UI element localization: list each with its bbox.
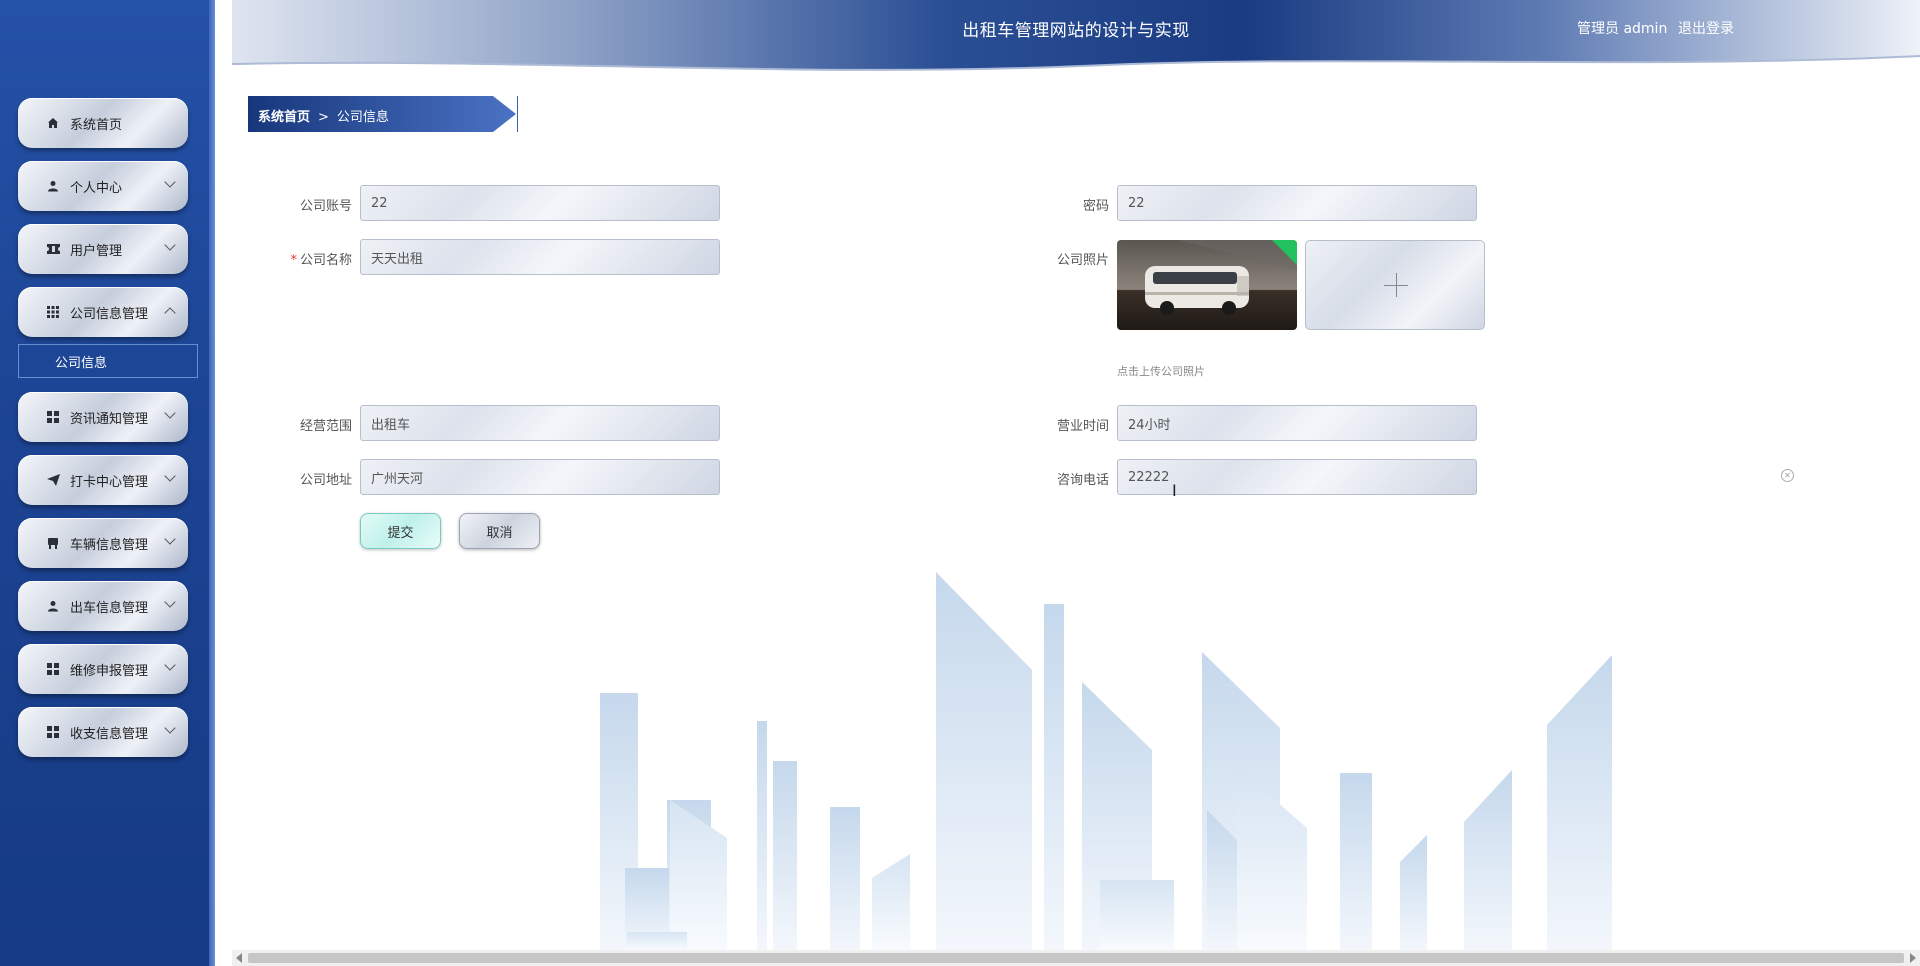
company-photo-thumbnail[interactable] <box>1117 240 1297 330</box>
scrollbar-thumb[interactable] <box>248 953 1904 963</box>
name-label: * 公司名称 <box>272 249 352 268</box>
phone-input[interactable] <box>1117 459 1477 495</box>
chevron-down-icon <box>164 659 176 671</box>
phone-label: 咨询电话 <box>1056 473 1109 488</box>
sidebar-item-company[interactable]: 公司信息管理 <box>18 287 188 337</box>
sidebar-item-profile[interactable]: 个人中心 <box>18 161 188 211</box>
password-label: 密码 <box>1082 199 1109 214</box>
sidebar-item-label: 收支信息管理 <box>70 726 149 742</box>
sidebar-item-finance[interactable]: 收支信息管理 <box>18 707 188 757</box>
chevron-down-icon <box>164 596 176 608</box>
address-input[interactable] <box>360 459 720 495</box>
password-input[interactable] <box>1117 185 1477 221</box>
sidebar-item-label: 用户管理 <box>70 243 123 259</box>
clear-circle-icon[interactable]: ✕ <box>1781 469 1794 482</box>
sidebar-item-label: 维修申报管理 <box>70 663 149 679</box>
logout-link[interactable]: 退出登录 <box>1678 18 1734 38</box>
chevron-down-icon <box>164 239 176 251</box>
sidebar-item-news[interactable]: 资讯通知管理 <box>18 392 188 442</box>
sidebar-item-dispatch[interactable]: 出车信息管理 <box>18 581 188 631</box>
account-label: 公司账号 <box>299 199 352 214</box>
top-header: 出租车管理网站的设计与实现 管理员 admin 退出登录 <box>232 0 1920 72</box>
breadcrumb-divider <box>517 96 518 132</box>
sidebar-item-label: 系统首页 <box>70 117 123 133</box>
name-label-text: 公司名称 <box>299 253 352 268</box>
account-input[interactable] <box>360 185 720 221</box>
scope-input[interactable] <box>360 405 720 441</box>
horizontal-scrollbar[interactable] <box>232 950 1920 966</box>
grid-icon <box>46 305 60 319</box>
sidebar-item-label: 出车信息管理 <box>70 600 149 616</box>
scroll-left-arrow-icon[interactable] <box>236 953 242 963</box>
sidebar-item-label: 打卡中心管理 <box>70 474 149 490</box>
breadcrumb-text: 系统首页 > 公司信息 <box>258 106 389 125</box>
apps-icon <box>46 410 60 424</box>
chair-icon <box>46 536 60 550</box>
chevron-down-icon <box>164 176 176 188</box>
hours-label: 营业时间 <box>1056 419 1109 434</box>
current-user: 管理员 admin <box>1577 21 1668 37</box>
ticket-icon <box>46 242 60 256</box>
apps-icon <box>46 662 60 676</box>
sidebar-item-checkin[interactable]: 打卡中心管理 <box>18 455 188 505</box>
home-icon <box>46 116 60 130</box>
breadcrumb-current: 公司信息 <box>336 110 389 125</box>
name-input[interactable] <box>360 239 720 275</box>
sidebar-item-vehicles[interactable]: 车辆信息管理 <box>18 518 188 568</box>
sidebar-menu: 系统首页 个人中心 用户管理 公司信息管理 公司信息 资讯通知管理 打卡中心管理… <box>18 98 198 770</box>
scroll-right-arrow-icon[interactable] <box>1910 953 1916 963</box>
send-icon <box>46 473 60 487</box>
required-mark: * <box>290 253 297 268</box>
user-icon <box>46 599 60 613</box>
sidebar-item-home[interactable]: 系统首页 <box>18 98 188 148</box>
cancel-button[interactable]: 取消 <box>459 513 540 549</box>
address-label: 公司地址 <box>299 473 352 488</box>
photo-upload-hint: 点击上传公司照片 <box>1117 365 1205 378</box>
sidebar-item-repairs[interactable]: 维修申报管理 <box>18 644 188 694</box>
sidebar-item-label: 公司信息管理 <box>70 306 149 322</box>
chevron-up-icon <box>164 307 176 319</box>
hours-input[interactable] <box>1117 405 1477 441</box>
chevron-down-icon <box>164 470 176 482</box>
breadcrumb-separator: > <box>318 110 329 125</box>
sidebar-item-label: 个人中心 <box>70 180 123 196</box>
text-cursor-icon: I <box>1172 481 1177 500</box>
chevron-down-icon <box>164 407 176 419</box>
user-icon <box>46 179 60 193</box>
submit-button[interactable]: 提交 <box>360 513 441 549</box>
photo-upload-button[interactable] <box>1305 240 1485 330</box>
sidebar-subitem-company-info[interactable]: 公司信息 <box>18 344 198 378</box>
sidebar-item-label: 资讯通知管理 <box>70 411 149 427</box>
plus-icon-vertical <box>1396 273 1397 297</box>
breadcrumb-home-link[interactable]: 系统首页 <box>258 110 310 125</box>
sidebar: 系统首页 个人中心 用户管理 公司信息管理 公司信息 资讯通知管理 打卡中心管理… <box>0 0 215 966</box>
sidebar-item-users[interactable]: 用户管理 <box>18 224 188 274</box>
scope-label: 经营范围 <box>299 419 352 434</box>
chevron-down-icon <box>164 533 176 545</box>
chevron-down-icon <box>164 722 176 734</box>
apps-icon <box>46 725 60 739</box>
city-skyline-decoration <box>600 572 1612 950</box>
sidebar-item-label: 车辆信息管理 <box>70 537 149 553</box>
photo-label: 公司照片 <box>1056 253 1109 268</box>
